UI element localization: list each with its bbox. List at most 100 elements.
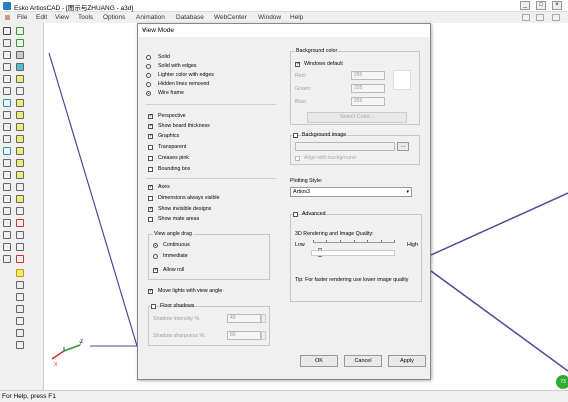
tool-icon[interactable] bbox=[16, 171, 24, 179]
checkbox[interactable] bbox=[148, 134, 153, 139]
checkbox[interactable] bbox=[148, 114, 153, 119]
dialog-close-icon[interactable]: × bbox=[142, 27, 427, 34]
tool-icon[interactable] bbox=[16, 111, 24, 119]
checkbox[interactable] bbox=[293, 212, 298, 217]
menu-window[interactable]: Window bbox=[258, 14, 281, 21]
ok-button[interactable]: OK bbox=[300, 355, 338, 367]
radio-button[interactable] bbox=[146, 73, 151, 78]
tool-icon[interactable] bbox=[16, 293, 24, 301]
tool-icon[interactable] bbox=[3, 111, 11, 119]
checkbox-advanced[interactable]: Advanced bbox=[293, 211, 326, 218]
tool-icon[interactable] bbox=[3, 207, 11, 215]
shadow-intensity-input[interactable]: 40 bbox=[227, 314, 261, 323]
tool-icon[interactable] bbox=[16, 231, 24, 239]
menu-edit[interactable]: Edit bbox=[36, 14, 47, 21]
plotting-style-select[interactable]: Artios3 ▾ bbox=[290, 187, 412, 197]
tool-icon[interactable] bbox=[16, 243, 24, 251]
radio-button[interactable] bbox=[146, 64, 151, 69]
menu-tools[interactable]: Tools bbox=[78, 14, 93, 21]
radio-button[interactable] bbox=[153, 243, 158, 248]
menu-webcenter[interactable]: WebCenter bbox=[214, 14, 247, 21]
checkbox[interactable] bbox=[148, 196, 153, 201]
select-color-button[interactable]: Select Color... bbox=[307, 112, 407, 123]
blue-input[interactable]: 255 bbox=[351, 97, 385, 106]
tool-icon[interactable] bbox=[3, 123, 11, 131]
shadow-intensity-spinner[interactable] bbox=[261, 314, 266, 323]
tool-icon[interactable] bbox=[16, 317, 24, 325]
radio-button[interactable] bbox=[153, 254, 158, 259]
shadow-sharpness-input[interactable]: 80 bbox=[227, 331, 261, 340]
tool-icon[interactable] bbox=[3, 219, 11, 227]
tool-icon[interactable] bbox=[16, 195, 24, 203]
apply-button[interactable]: Apply bbox=[388, 355, 426, 367]
tool-icon[interactable] bbox=[16, 99, 24, 107]
tool-icon[interactable] bbox=[16, 87, 24, 95]
image-path-input[interactable] bbox=[295, 142, 395, 151]
tool-icon[interactable] bbox=[16, 329, 24, 337]
tool-icon[interactable] bbox=[3, 183, 11, 191]
radio-button[interactable] bbox=[146, 91, 151, 96]
checkbox[interactable] bbox=[295, 156, 300, 161]
checkbox[interactable] bbox=[153, 268, 158, 273]
checkbox[interactable] bbox=[148, 156, 153, 161]
rotate-tool-icon[interactable] bbox=[3, 63, 11, 71]
tool-icon[interactable] bbox=[16, 207, 24, 215]
tool-icon[interactable] bbox=[3, 75, 11, 83]
minimize-button[interactable]: _ bbox=[520, 1, 530, 10]
tool-icon[interactable] bbox=[16, 281, 24, 289]
red-input[interactable]: 255 bbox=[351, 71, 385, 80]
tool-icon[interactable] bbox=[16, 183, 24, 191]
checkbox[interactable] bbox=[148, 289, 153, 294]
tool-icon[interactable] bbox=[16, 135, 24, 143]
checkbox-floor-shadows[interactable]: Floor shadows bbox=[151, 303, 194, 310]
cancel-button[interactable]: Cancel bbox=[344, 355, 382, 367]
checkbox[interactable] bbox=[148, 185, 153, 190]
green-input[interactable]: 255 bbox=[351, 84, 385, 93]
tool-icon[interactable] bbox=[16, 255, 24, 263]
radio-button[interactable] bbox=[146, 82, 151, 87]
browse-button[interactable]: ... bbox=[397, 142, 409, 151]
tool-icon[interactable] bbox=[16, 219, 24, 227]
shadow-sharpness-spinner[interactable] bbox=[261, 331, 266, 340]
tool-icon[interactable] bbox=[16, 27, 24, 35]
menu-help[interactable]: Help bbox=[290, 14, 303, 21]
tool-icon[interactable] bbox=[16, 123, 24, 131]
tool-icon[interactable] bbox=[3, 159, 11, 167]
tool-icon[interactable] bbox=[16, 63, 24, 71]
tool-icon[interactable] bbox=[16, 159, 24, 167]
checkbox[interactable] bbox=[148, 145, 153, 150]
tool-icon[interactable] bbox=[16, 75, 24, 83]
tool-icon[interactable] bbox=[16, 269, 24, 277]
tool-icon[interactable] bbox=[3, 255, 11, 263]
tool-icon[interactable] bbox=[3, 243, 11, 251]
tool-icon[interactable] bbox=[3, 99, 11, 107]
menu-animation[interactable]: Animation bbox=[136, 14, 165, 21]
tool-icon[interactable] bbox=[16, 341, 24, 349]
doc-close-icon[interactable] bbox=[552, 14, 560, 21]
menu-view[interactable]: View bbox=[55, 14, 69, 21]
tool-icon[interactable] bbox=[16, 147, 24, 155]
pan-tool-icon[interactable] bbox=[3, 51, 11, 59]
menu-options[interactable]: Options bbox=[103, 14, 125, 21]
checkbox[interactable] bbox=[293, 133, 298, 138]
checkbox[interactable] bbox=[295, 62, 300, 67]
radio-button[interactable] bbox=[146, 55, 151, 60]
tool-icon[interactable] bbox=[3, 135, 11, 143]
close-button[interactable]: × bbox=[552, 1, 562, 10]
tool-icon[interactable] bbox=[3, 231, 11, 239]
menu-file[interactable]: File bbox=[17, 14, 27, 21]
menu-database[interactable]: Database bbox=[176, 14, 204, 21]
checkbox[interactable] bbox=[148, 167, 153, 172]
tool-icon[interactable] bbox=[3, 87, 11, 95]
checkbox-background-image[interactable]: Background image bbox=[293, 132, 346, 139]
tool-icon[interactable] bbox=[16, 39, 24, 47]
tool-icon[interactable] bbox=[3, 195, 11, 203]
maximize-button[interactable]: □ bbox=[536, 1, 546, 10]
checkbox[interactable] bbox=[148, 124, 153, 129]
doc-restore-icon[interactable] bbox=[536, 14, 544, 21]
tool-icon[interactable] bbox=[3, 147, 11, 155]
tool-icon[interactable] bbox=[16, 51, 24, 59]
checkbox[interactable] bbox=[151, 304, 156, 309]
zoom-tool-icon[interactable] bbox=[3, 39, 11, 47]
checkbox[interactable] bbox=[148, 217, 153, 222]
